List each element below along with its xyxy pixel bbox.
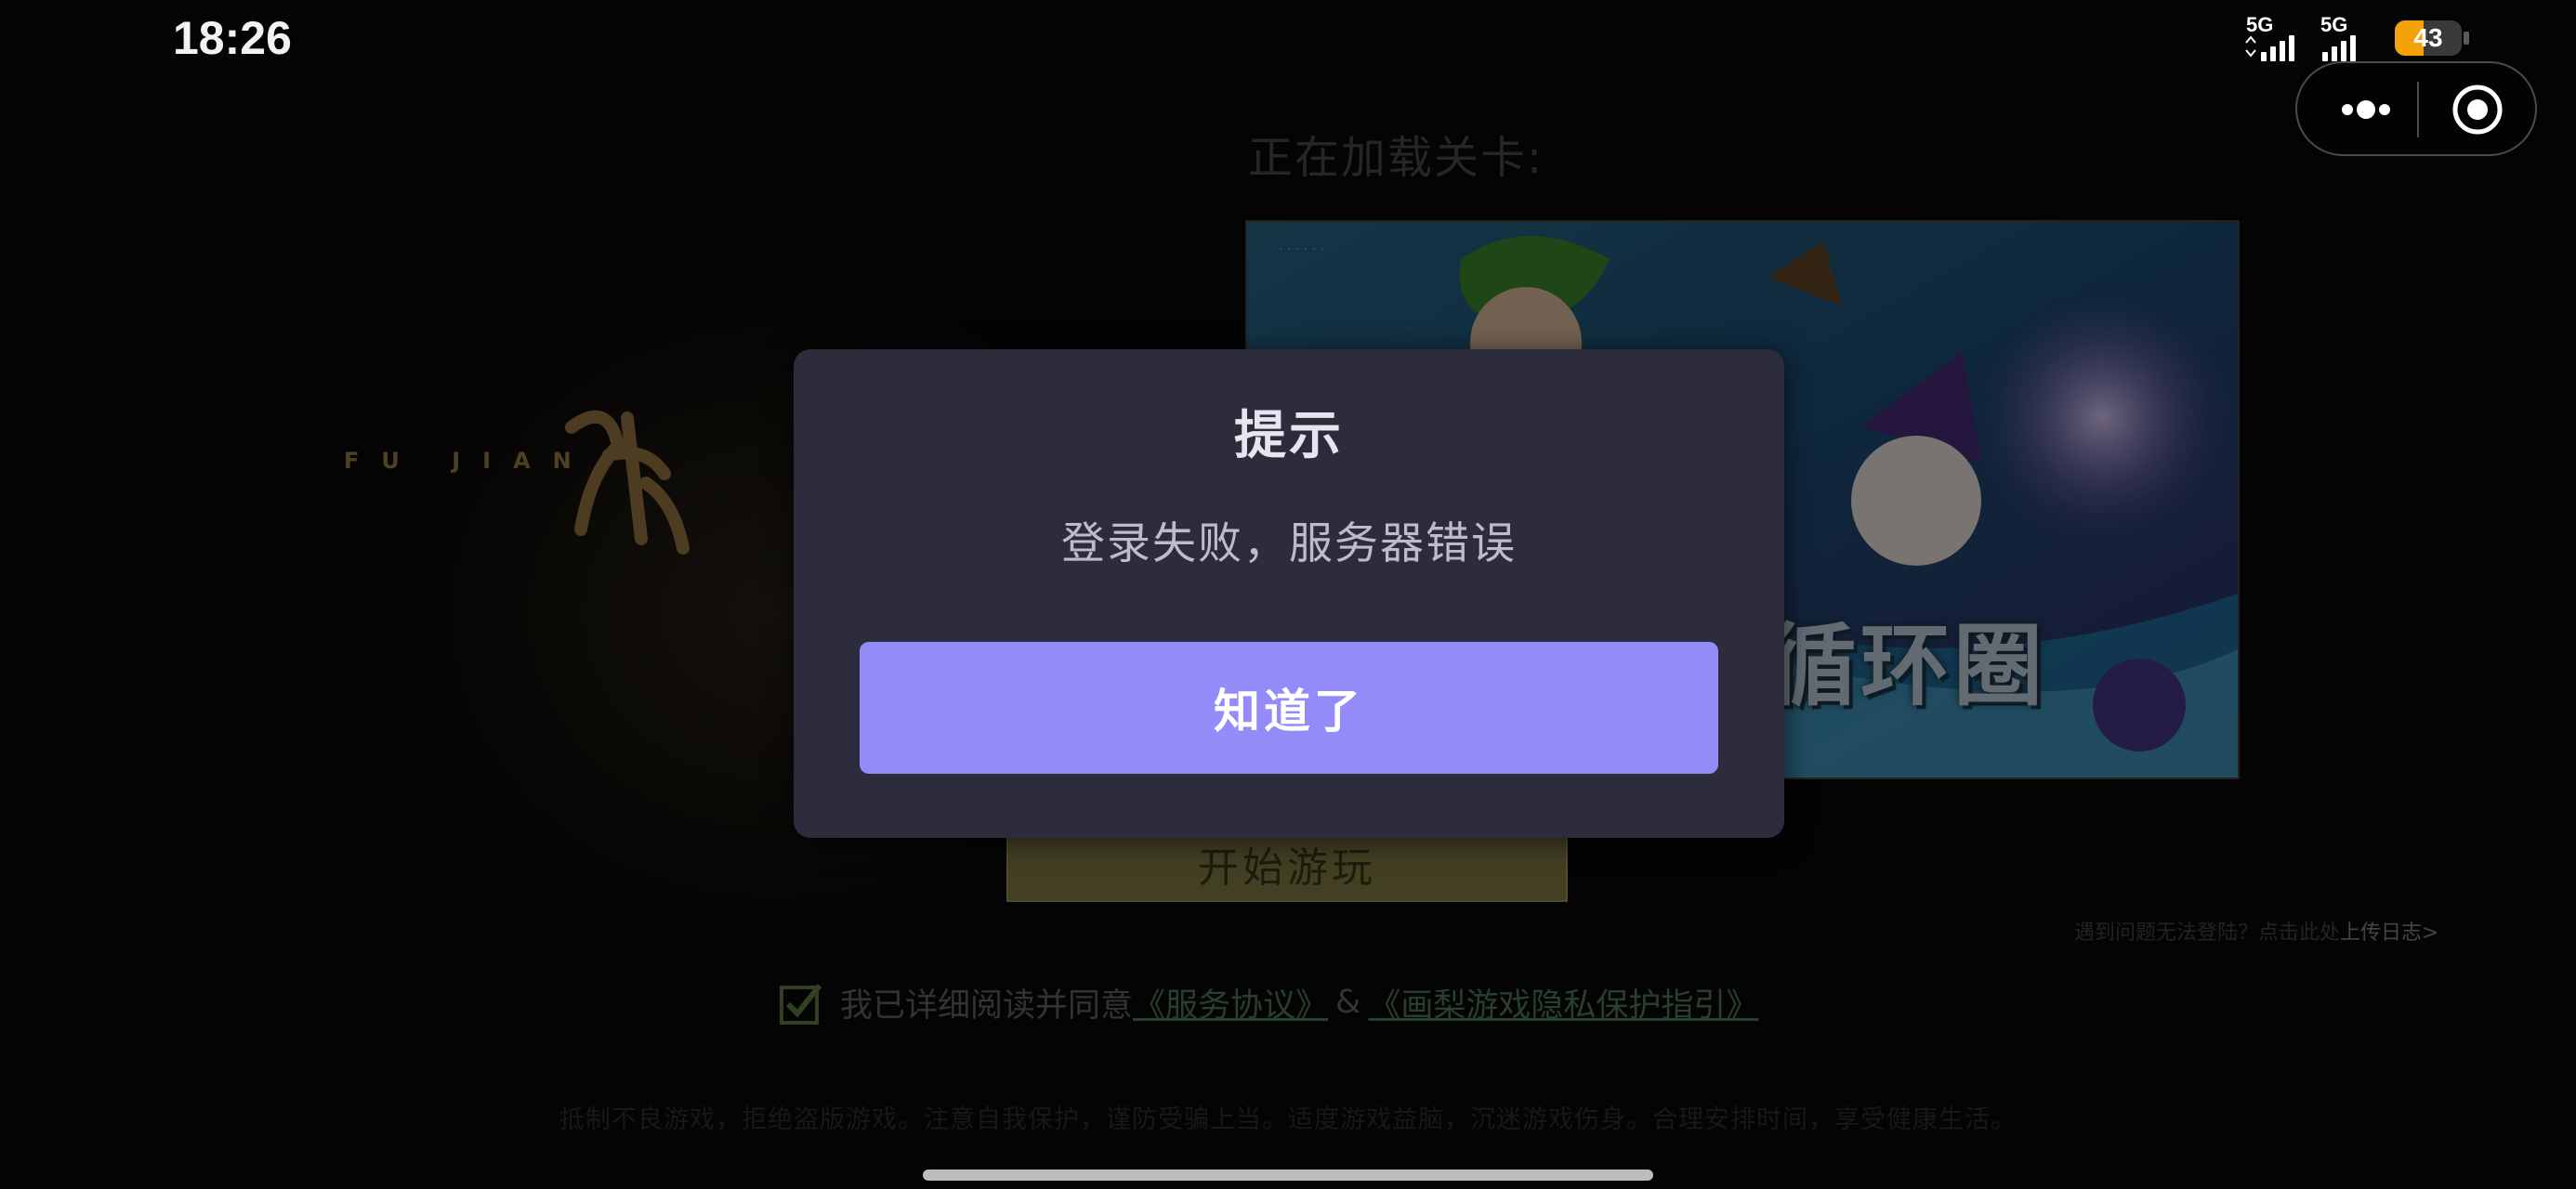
signal-bars-icon (2322, 35, 2356, 61)
battery-icon: 43 (2395, 20, 2462, 56)
capsule-divider (2417, 82, 2419, 137)
dialog-message: 登录失败，服务器错误 (1061, 518, 1517, 569)
signal-sim2: 5G (2319, 13, 2385, 61)
home-indicator[interactable] (923, 1169, 1653, 1181)
signal-bars-icon (2245, 35, 2294, 61)
target-circle-icon[interactable] (2433, 84, 2522, 136)
mini-program-capsule (2295, 61, 2537, 156)
battery-tip (2464, 32, 2469, 45)
more-dots-icon[interactable] (2320, 84, 2409, 136)
dialog-title: 提示 (1234, 406, 1344, 466)
screen: FU JIAN 正在加载关卡: · · · · · · 循环圈 开始游玩 遇到问… (0, 0, 2576, 1189)
status-time: 18:26 (173, 12, 292, 64)
status-indicators: 5G 5G 43 (2244, 13, 2477, 61)
signal-sim1: 5G (2244, 13, 2311, 61)
battery-level: 43 (2413, 23, 2443, 52)
alert-dialog: 提示 登录失败，服务器错误 知道了 (794, 349, 1784, 838)
dialog-confirm-button[interactable]: 知道了 (860, 642, 1718, 774)
